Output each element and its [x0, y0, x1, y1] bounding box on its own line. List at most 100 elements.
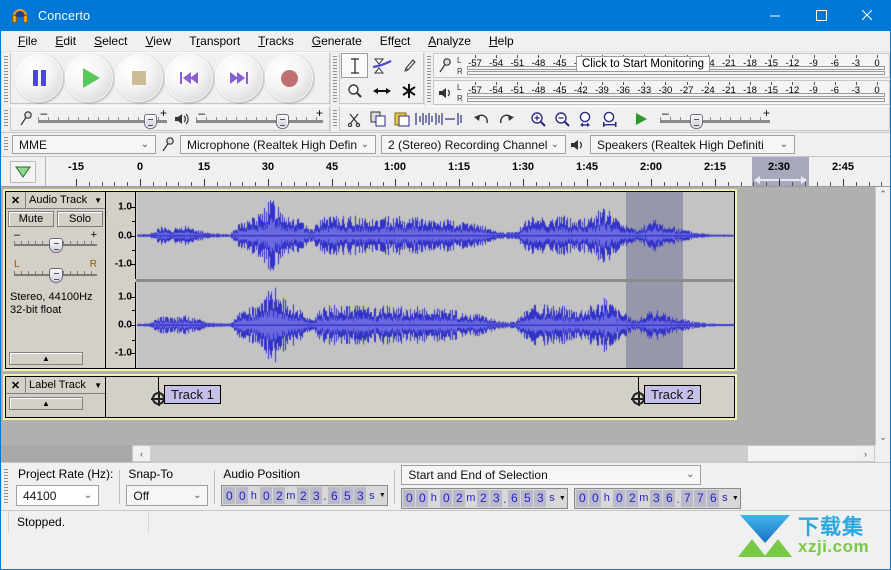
time-digit: 3 — [310, 487, 322, 504]
close-icon[interactable] — [844, 0, 890, 31]
play-button[interactable] — [65, 54, 113, 102]
paste-button[interactable] — [390, 107, 414, 130]
vertical-scrollbar[interactable]: ⌃ ⌄ — [875, 187, 890, 445]
fit-project-button[interactable] — [598, 107, 622, 130]
scroll-left-arrow[interactable]: ‹ — [133, 446, 150, 461]
menu-effect[interactable]: Effect — [371, 32, 420, 50]
waveform-left-channel[interactable] — [137, 192, 734, 279]
mixer-toolbar-grip[interactable] — [1, 106, 10, 132]
scroll-up-arrow[interactable]: ⌃ — [876, 187, 891, 202]
label-chip[interactable]: Track 1 — [164, 385, 221, 404]
menu-edit[interactable]: Edit — [46, 32, 85, 50]
track-gain-slider[interactable]: – + — [14, 230, 97, 254]
edit-toolbar-grip[interactable] — [330, 106, 339, 132]
snap-to-value: Off — [133, 489, 189, 503]
cut-button[interactable] — [342, 107, 366, 130]
time-unit: h — [601, 489, 612, 508]
selection-toolbar-grip[interactable] — [1, 465, 10, 509]
close-label-track-button[interactable]: ✕ — [6, 377, 26, 393]
gain-plus-label: + — [91, 229, 97, 241]
input-device-combo[interactable]: Microphone (Realtek High Defini ⌄ — [180, 135, 376, 154]
zoom-out-button[interactable] — [550, 107, 574, 130]
menu-file[interactable]: File — [9, 32, 46, 50]
time-digit: 0 — [613, 490, 625, 507]
selection-end-field[interactable]: 00h02m36.776s▼ — [574, 488, 741, 509]
envelope-tool[interactable] — [368, 53, 395, 78]
selection-mode-combo[interactable]: Start and End of Selection ⌄ — [401, 465, 701, 485]
audio-track-menu[interactable]: Audio Track ▼ — [26, 192, 105, 208]
stop-button[interactable] — [115, 54, 163, 102]
solo-button[interactable]: Solo — [57, 211, 103, 227]
audio-position-field[interactable]: 00h02m23.653s▼ — [221, 485, 388, 506]
horizontal-scrollbar[interactable]: ‹ › — [132, 445, 875, 462]
time-unit: s — [546, 489, 557, 508]
mute-button[interactable]: Mute — [8, 211, 54, 227]
waveform-right-channel[interactable] — [137, 282, 734, 368]
menu-view[interactable]: View — [136, 32, 180, 50]
selection-mode-value: Start and End of Selection — [408, 468, 682, 482]
label-track-field[interactable]: Track 1 Track 2 — [107, 377, 734, 417]
device-toolbar-grip[interactable] — [1, 133, 10, 156]
zoom-tool[interactable] — [341, 78, 368, 103]
zoom-in-button[interactable] — [526, 107, 550, 130]
label-track-menu[interactable]: Label Track ▼ — [26, 377, 105, 393]
label-track[interactable]: ✕ Label Track ▼ ▲ Track 1 Track 2 — [5, 376, 735, 418]
timeline-ruler[interactable]: -1501530451:001:151:301:452:002:152:302:… — [46, 157, 890, 186]
minimize-icon[interactable] — [752, 0, 798, 31]
playback-meter-toolbar[interactable]: L R -57-54-51-48-45-42-39-36-33-30-27-24… — [433, 80, 890, 105]
ruler-label: 1:45 — [576, 161, 598, 173]
input-channels-combo[interactable]: 2 (Stereo) Recording Channels ⌄ — [381, 135, 566, 154]
menu-analyze[interactable]: Analyze — [419, 32, 480, 50]
audio-host-combo[interactable]: MME ⌄ — [12, 135, 156, 154]
timeshift-tool[interactable] — [368, 78, 395, 103]
track-pan-slider[interactable]: L R — [14, 260, 97, 284]
record-button[interactable] — [265, 54, 313, 102]
recording-meter-grip[interactable] — [424, 52, 433, 106]
scroll-down-arrow[interactable]: ⌄ — [876, 430, 891, 445]
time-spinner[interactable]: ▼ — [730, 489, 740, 508]
redo-button[interactable] — [494, 107, 518, 130]
menu-transport[interactable]: Transport — [180, 32, 249, 50]
label-chip[interactable]: Track 2 — [644, 385, 701, 404]
trim-audio-button[interactable] — [414, 107, 438, 130]
draw-tool[interactable] — [395, 53, 422, 78]
playback-speed-slider[interactable]: – + — [660, 109, 770, 129]
horizontal-scroll-thumb[interactable] — [150, 446, 748, 461]
pinned-play-head-icon[interactable] — [10, 161, 36, 183]
menu-select[interactable]: Select — [85, 32, 136, 50]
recording-meter-toolbar[interactable]: L R -57-54-51-48-45-42-39-36-33-30-27-24… — [433, 53, 890, 78]
multi-tool[interactable] — [395, 78, 422, 103]
output-device-combo[interactable]: Speakers (Realtek High Definiti ⌄ — [590, 135, 795, 154]
pause-button[interactable] — [15, 54, 63, 102]
time-spinner[interactable]: ▼ — [377, 486, 387, 505]
selection-start-field[interactable]: 00h02m23.653s▼ — [401, 488, 568, 509]
tools-toolbar-grip[interactable] — [330, 52, 339, 106]
silence-audio-button[interactable] — [438, 107, 462, 130]
menu-tracks[interactable]: Tracks — [249, 32, 303, 50]
skip-start-button[interactable] — [165, 54, 213, 102]
selection-tool[interactable] — [341, 53, 368, 78]
skip-end-button[interactable] — [215, 54, 263, 102]
maximize-icon[interactable] — [798, 0, 844, 31]
copy-button[interactable] — [366, 107, 390, 130]
undo-button[interactable] — [470, 107, 494, 130]
audio-track[interactable]: ✕ Audio Track ▼ Mute Solo – + — [5, 191, 735, 369]
play-at-speed-button[interactable] — [630, 107, 654, 130]
vertical-scroll-thumb[interactable] — [877, 202, 890, 430]
recording-volume-slider[interactable]: – + — [38, 109, 167, 129]
horizontal-scroll-track[interactable] — [150, 446, 857, 461]
menu-generate[interactable]: Generate — [303, 32, 371, 50]
playback-volume-slider[interactable]: – + — [196, 109, 323, 129]
audio-track-collapse-button[interactable]: ▲ — [9, 352, 83, 365]
transport-toolbar-grip[interactable] — [1, 52, 10, 106]
fit-selection-button[interactable] — [574, 107, 598, 130]
close-track-button[interactable]: ✕ — [6, 192, 26, 208]
audio-track-format-line1: Stereo, 44100Hz — [10, 291, 105, 304]
scroll-right-arrow[interactable]: › — [857, 446, 874, 461]
snap-to-combo[interactable]: Off ⌄ — [126, 485, 208, 506]
selection-drag-handle[interactable] — [754, 175, 807, 184]
label-track-collapse-button[interactable]: ▲ — [9, 397, 83, 410]
menu-help[interactable]: Help — [480, 32, 523, 50]
project-rate-combo[interactable]: 44100 ⌄ — [16, 485, 99, 506]
time-spinner[interactable]: ▼ — [557, 489, 567, 508]
